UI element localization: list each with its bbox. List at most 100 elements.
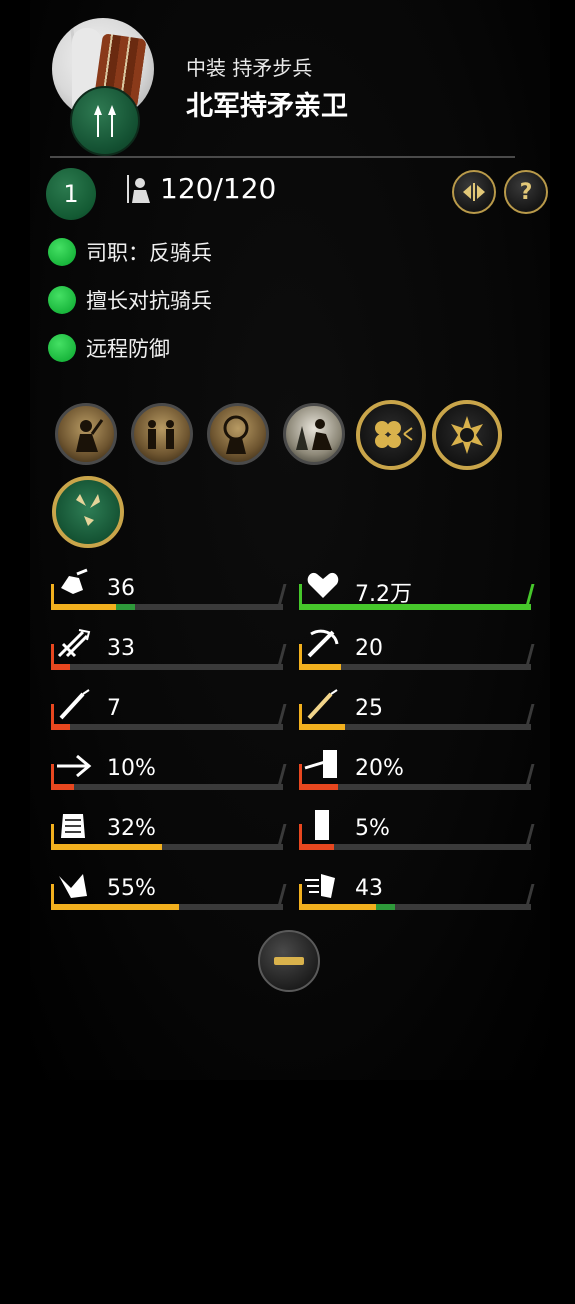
stat-discipline[interactable]: 55% <box>51 866 287 914</box>
spread-formation-icon[interactable] <box>356 400 426 470</box>
stat-bar-start <box>299 584 302 610</box>
stat-bar-fill <box>299 844 334 850</box>
stat-melee-attack[interactable]: 33 <box>51 626 287 674</box>
melee-attack-icon <box>53 626 97 662</box>
weapon-damage-icon <box>53 686 97 722</box>
stat-bar-start <box>299 824 302 850</box>
stat-armor-piercing[interactable]: 25 <box>299 686 535 734</box>
stat-value: 7 <box>107 696 121 721</box>
stat-bar-start <box>299 644 302 670</box>
stat-bar <box>299 824 535 850</box>
stat-melee-defense[interactable]: 20 <box>299 626 535 674</box>
troop-count: 120/120 <box>124 172 276 205</box>
stat-shield-block[interactable]: 20% <box>299 746 535 794</box>
forest-charge-icon[interactable] <box>283 403 345 465</box>
stat-bar-bonus <box>376 904 395 910</box>
stat-bar <box>299 644 535 670</box>
green-status-dot-icon <box>48 286 76 314</box>
trait-label: 司职：反骑兵 <box>86 241 212 265</box>
stat-bar-fill <box>299 604 531 610</box>
stat-bar-start <box>51 824 54 850</box>
stat-value: 36 <box>107 576 135 601</box>
stat-bar-start <box>51 644 54 670</box>
stat-armor[interactable]: 32% <box>51 806 287 854</box>
trait-label: 擅长对抗骑兵 <box>86 289 212 313</box>
morale-icon <box>53 566 97 602</box>
stat-bar <box>299 584 535 610</box>
stat-bar-start <box>51 584 54 610</box>
green-status-dot-icon <box>48 334 76 362</box>
stat-bar <box>51 584 287 610</box>
stat-bar-start <box>299 764 302 790</box>
compare-icon <box>463 183 485 201</box>
melee-defense-icon <box>301 626 345 662</box>
stat-bar-fill <box>299 784 338 790</box>
stat-bar-start <box>51 764 54 790</box>
armor-piercing-icon <box>301 686 345 722</box>
stat-value: 20% <box>355 756 404 781</box>
stat-bar-fill <box>51 844 162 850</box>
rally-soldier-icon[interactable] <box>55 403 117 465</box>
stat-bar <box>51 704 287 730</box>
stat-speed[interactable]: 43 <box>299 866 535 914</box>
stat-value: 55% <box>107 876 156 901</box>
stat-value: 5% <box>355 816 390 841</box>
shield-wall-icon[interactable] <box>207 403 269 465</box>
stat-value: 10% <box>107 756 156 781</box>
trait-row-ranged-defense: 远程防御 <box>48 333 170 363</box>
stat-charge-bonus[interactable]: 10% <box>51 746 287 794</box>
stat-bar-bonus <box>116 604 135 610</box>
stat-value: 33 <box>107 636 135 661</box>
stat-bar <box>51 644 287 670</box>
heart-icon <box>301 566 345 602</box>
stat-bar-fill <box>51 784 74 790</box>
formation-soldiers-icon[interactable] <box>131 403 193 465</box>
stat-value: 20 <box>355 636 383 661</box>
stat-value: 32% <box>107 816 156 841</box>
stat-bar <box>51 764 287 790</box>
stat-bar <box>299 884 535 910</box>
troop-count-value: 120/120 <box>160 172 277 205</box>
trait-row-anti-cavalry: 擅长对抗骑兵 <box>48 285 212 315</box>
trait-label: 远程防御 <box>86 337 170 361</box>
caltrops-icon[interactable] <box>52 476 124 548</box>
stat-bar-fill <box>299 904 376 910</box>
stat-bar-start <box>299 704 302 730</box>
stat-bar <box>299 704 535 730</box>
spear-unit-type-icon <box>70 86 140 156</box>
stat-bar-fill <box>299 724 345 730</box>
green-status-dot-icon <box>48 238 76 266</box>
stat-bar-start <box>51 704 54 730</box>
unit-class-label: 中装 持矛步兵 <box>186 56 313 80</box>
stat-weapon-damage[interactable]: 7 <box>51 686 287 734</box>
soldier-icon <box>127 174 150 203</box>
stat-value: 25 <box>355 696 383 721</box>
discipline-icon <box>53 866 97 902</box>
charge-bonus-icon <box>53 746 97 782</box>
unit-level-badge: 1 <box>46 168 96 220</box>
armor-icon <box>53 806 97 842</box>
help-button[interactable]: ? <box>504 170 548 214</box>
trait-row-role: 司职：反骑兵 <box>48 237 212 267</box>
stat-bar-start <box>51 884 54 910</box>
stat-bar <box>299 764 535 790</box>
speed-icon <box>301 866 345 902</box>
stat-bar <box>51 824 287 850</box>
collapse-icon <box>274 957 304 965</box>
unit-name: 北军持矛亲卫 <box>186 91 348 122</box>
shield-block-icon <box>301 746 345 782</box>
collapse-button[interactable] <box>258 930 320 992</box>
stat-ranged-block[interactable]: 5% <box>299 806 535 854</box>
stat-bar-fill <box>51 904 179 910</box>
stat-bar-fill <box>51 604 116 610</box>
stat-bar-fill <box>299 664 341 670</box>
ranged-block-icon <box>301 806 345 842</box>
brace-icon[interactable] <box>432 400 502 470</box>
header-divider <box>50 156 515 158</box>
stat-health[interactable]: 7.2万 <box>299 566 535 614</box>
stat-morale[interactable]: 36 <box>51 566 287 614</box>
stat-bar-start <box>299 884 302 910</box>
compare-button[interactable] <box>452 170 496 214</box>
stat-bar <box>51 884 287 910</box>
stat-value: 43 <box>355 876 383 901</box>
